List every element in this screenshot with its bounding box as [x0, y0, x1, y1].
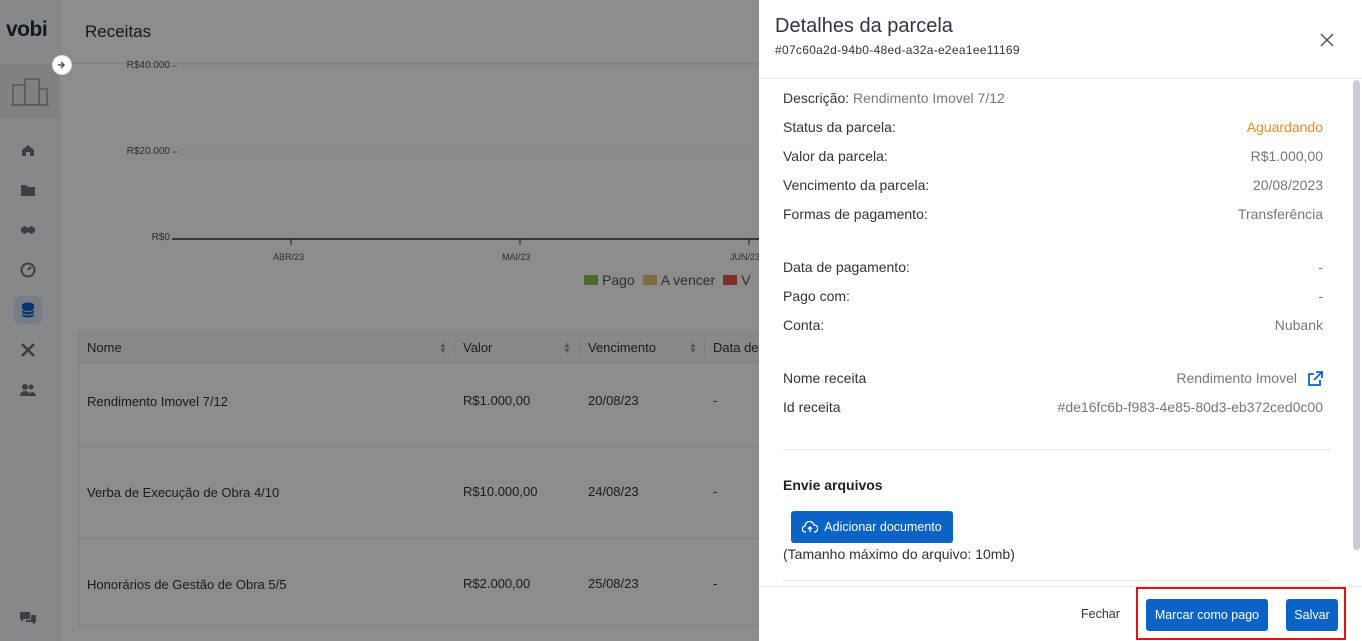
detail-value: - [1318, 288, 1323, 304]
detail-value: Rendimento Imovel [1176, 370, 1297, 386]
divider [783, 449, 1331, 450]
detail-descricao: Descrição: Rendimento Imovel 7/12 [783, 90, 1323, 110]
detail-label: Data de pagamento: [783, 259, 910, 275]
detail-vencimento: Vencimento da parcela: 20/08/2023 [783, 177, 1323, 197]
detail-data-pagamento: Data de pagamento: - [783, 259, 1323, 279]
status-value: Aguardando [1246, 119, 1323, 135]
detail-nome-receita: Nome receita Rendimento Imovel [783, 370, 1323, 390]
detail-conta: Conta: Nubank [783, 317, 1323, 337]
detail-label: Formas de pagamento: [783, 206, 928, 222]
detail-value: #de16fc6b-f983-4e85-80d3-eb372ced0c00 [1057, 399, 1323, 415]
installment-id: #07c60a2d-94b0-48ed-a32a-e2ea1ee11169 [775, 43, 1020, 57]
detail-label: Conta: [783, 317, 825, 333]
arrow-right-icon [58, 61, 66, 69]
upload-section-title: Envie arquivos [783, 477, 883, 493]
detail-id-receita: Id receita #de16fc6b-f983-4e85-80d3-eb37… [783, 399, 1323, 419]
sidebar-collapse-button[interactable] [52, 55, 72, 75]
detail-value: Transferência [1237, 206, 1323, 222]
installment-details-drawer: Detalhes da parcela #07c60a2d-94b0-48ed-… [759, 0, 1362, 641]
close-button[interactable]: Fechar [1081, 607, 1120, 621]
detail-value: - [1318, 259, 1323, 275]
drawer-title: Detalhes da parcela [775, 15, 953, 37]
drawer-footer: Fechar Marcar como pago Salvar [759, 586, 1362, 641]
add-document-button[interactable]: Adicionar documento [791, 511, 953, 543]
mark-as-paid-button[interactable]: Marcar como pago [1146, 599, 1268, 631]
detail-value: Nubank [1274, 317, 1323, 333]
drawer-scrollbar[interactable] [1353, 80, 1360, 550]
detail-pago-com: Pago com: - [783, 288, 1323, 308]
close-drawer-button[interactable] [1315, 28, 1339, 52]
detail-value: 20/08/2023 [1252, 177, 1323, 193]
external-link-icon[interactable] [1307, 371, 1323, 390]
detail-label: Descrição: [783, 90, 850, 106]
detail-label: Id receita [783, 399, 841, 415]
detail-label: Vencimento da parcela: [783, 177, 930, 193]
detail-valor: Valor da parcela: R$1.000,00 [783, 148, 1323, 168]
detail-label: Nome receita [783, 370, 867, 386]
detail-formas-pagamento: Formas de pagamento: Transferência [783, 206, 1323, 226]
drawer-header: Detalhes da parcela #07c60a2d-94b0-48ed-… [759, 0, 1362, 79]
divider [783, 580, 1331, 581]
cloud-upload-icon [802, 521, 819, 533]
detail-value: R$1.000,00 [1250, 148, 1323, 164]
detail-label: Pago com: [783, 288, 850, 304]
detail-label: Status da parcela: [783, 119, 896, 135]
add-document-label: Adicionar documento [824, 520, 942, 534]
close-icon [1320, 33, 1334, 47]
detail-descricao-text: Descrição: Rendimento Imovel 7/12 [783, 90, 1005, 106]
save-button[interactable]: Salvar [1286, 599, 1338, 631]
detail-status: Status da parcela: Aguardando [783, 119, 1323, 139]
upload-size-hint: (Tamanho máximo do arquivo: 10mb) [783, 546, 1015, 562]
detail-value: Rendimento Imovel 7/12 [853, 90, 1005, 106]
detail-label: Valor da parcela: [783, 148, 888, 164]
